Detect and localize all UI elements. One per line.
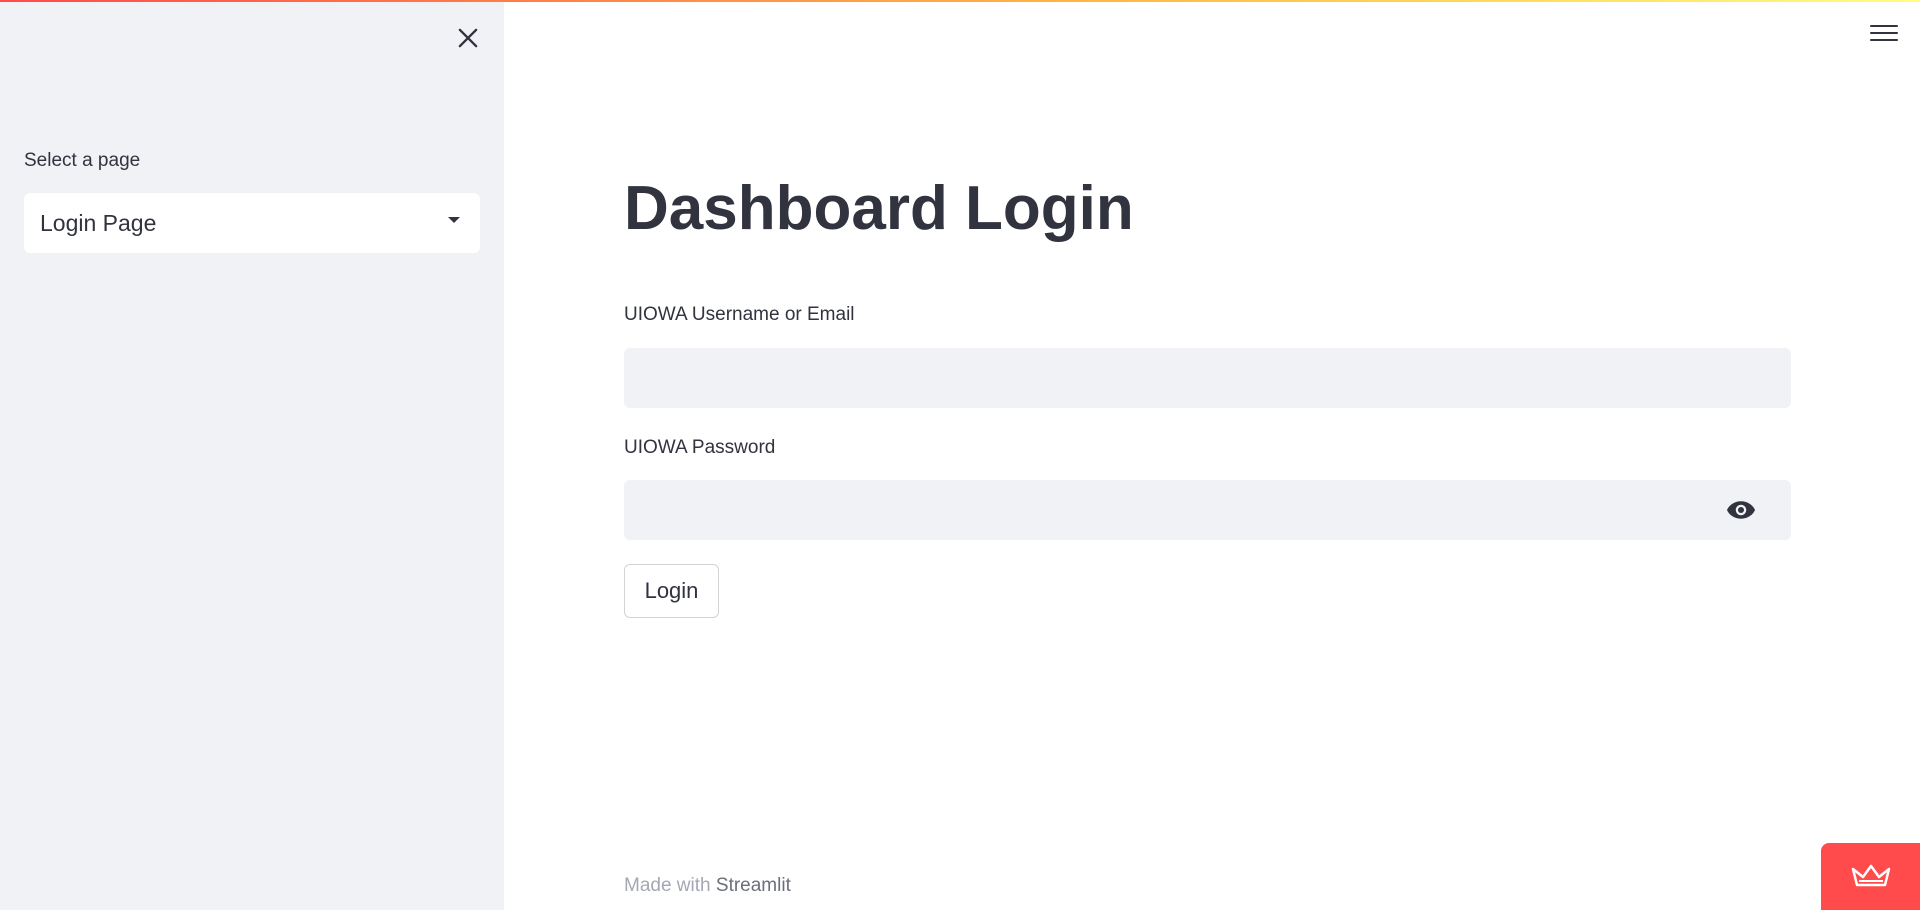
top-accent-bar xyxy=(0,0,1920,2)
password-input[interactable] xyxy=(624,480,1791,540)
eye-icon[interactable] xyxy=(1726,498,1756,522)
password-label: UIOWA Password xyxy=(624,437,776,458)
caret-down-icon xyxy=(448,217,460,223)
streamlit-link[interactable]: Streamlit xyxy=(716,875,791,896)
login-button[interactable]: Login xyxy=(624,564,719,618)
page-title: Dashboard Login xyxy=(624,174,1134,243)
footer-prefix: Made with xyxy=(624,875,711,896)
hamburger-menu-icon[interactable] xyxy=(1870,25,1898,47)
footer: Made with Streamlit xyxy=(624,875,791,897)
streamlit-badge[interactable] xyxy=(1821,843,1920,910)
close-icon[interactable] xyxy=(454,24,482,52)
page-select[interactable]: Login Page xyxy=(24,193,480,253)
page-select-label: Select a page xyxy=(24,150,141,171)
streamlit-crown-icon xyxy=(1851,864,1891,887)
page-select-value: Login Page xyxy=(40,209,157,236)
username-label: UIOWA Username or Email xyxy=(624,304,855,325)
username-input[interactable] xyxy=(624,348,1791,408)
sidebar: Select a page Login Page xyxy=(0,0,504,910)
